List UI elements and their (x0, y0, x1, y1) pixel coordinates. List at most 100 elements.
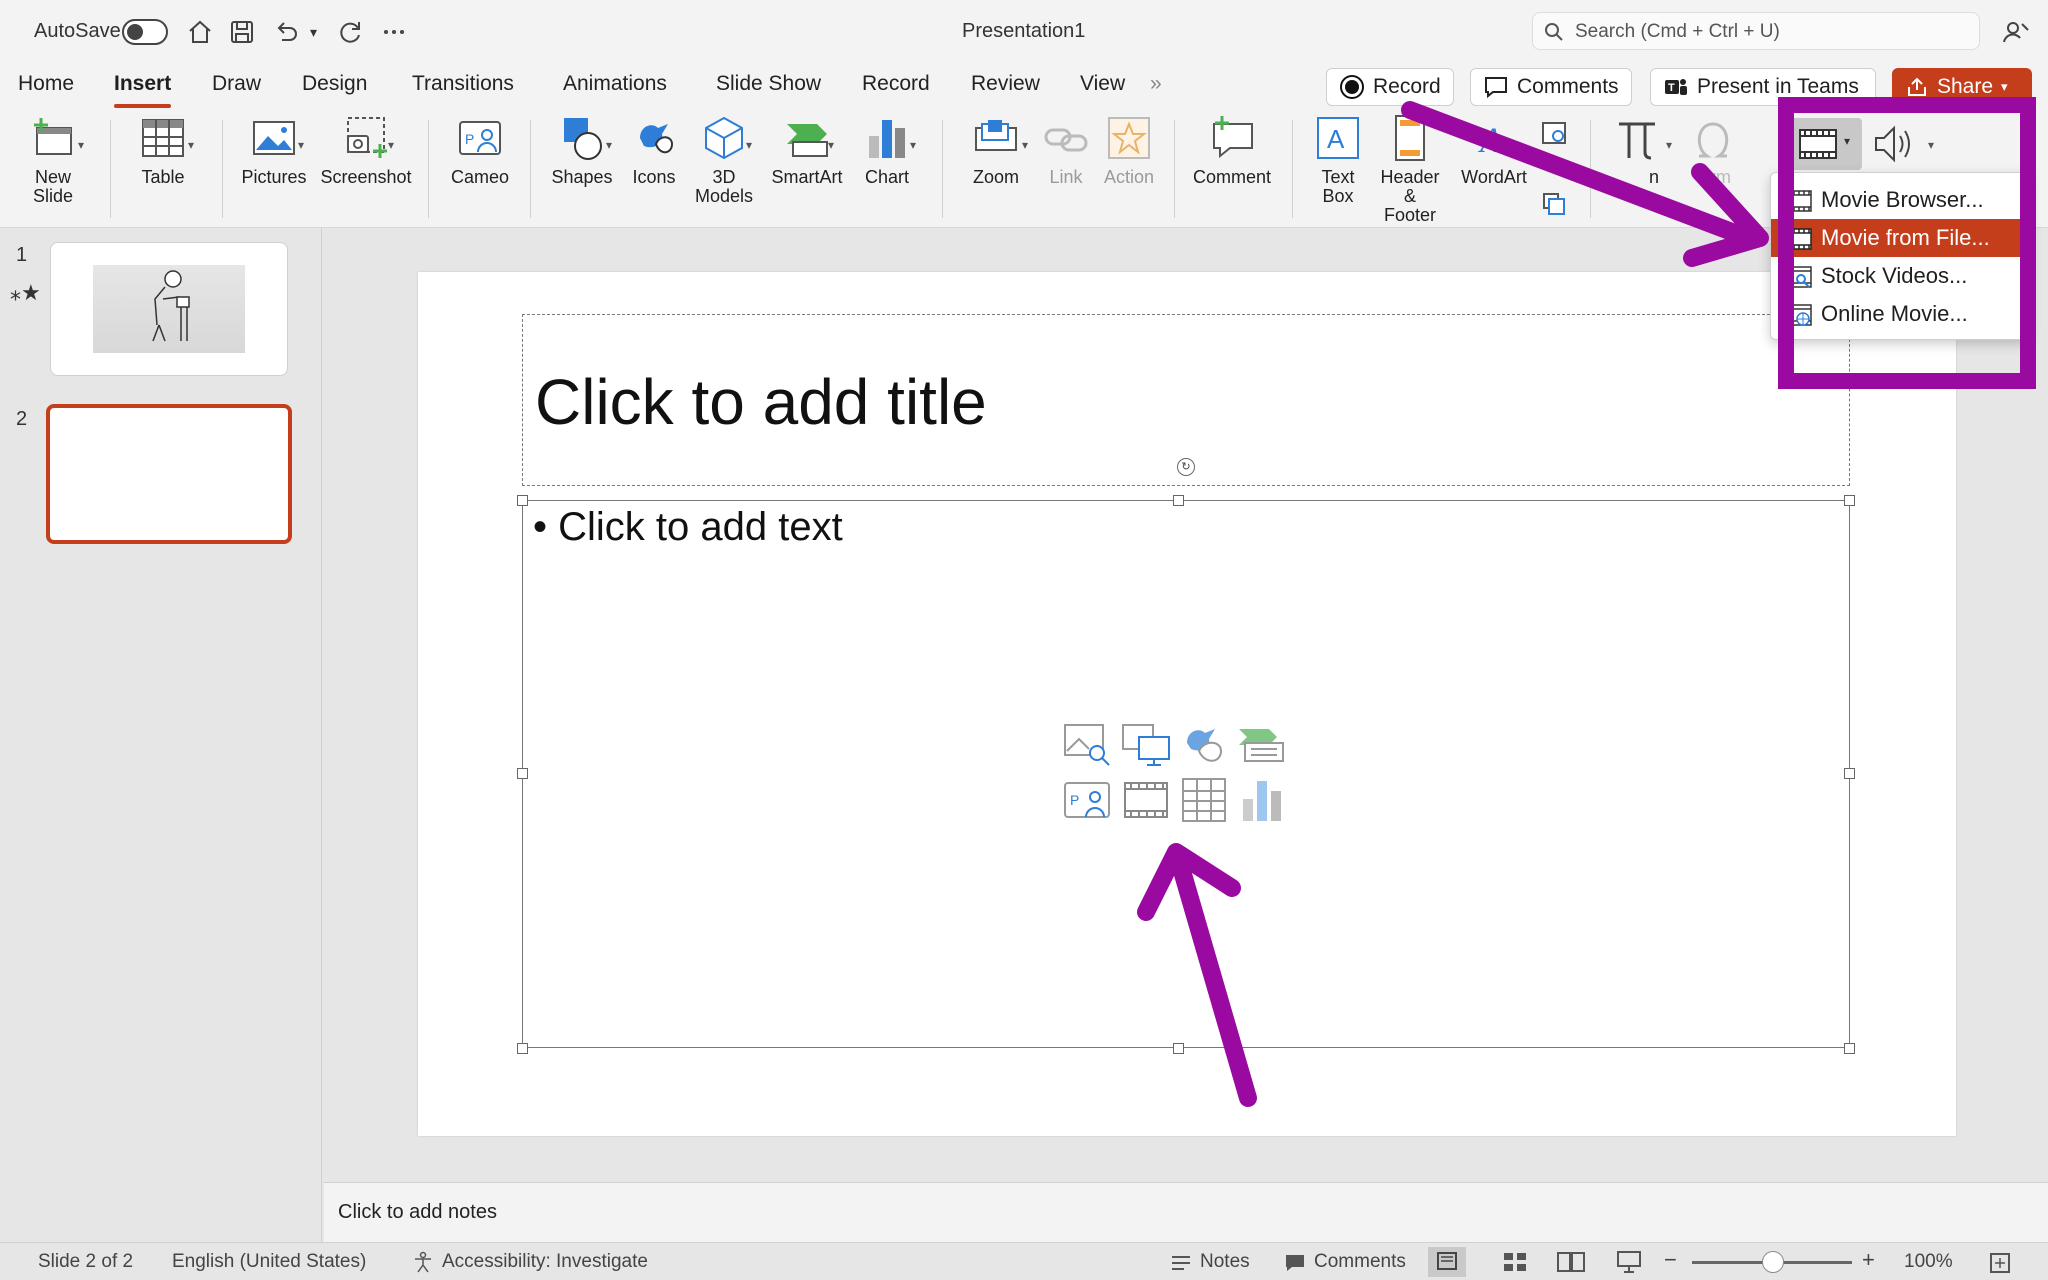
slide-show-button[interactable] (1610, 1247, 1648, 1277)
resize-handle[interactable] (517, 768, 528, 779)
3d-models-button[interactable]: 3D Models (690, 114, 758, 206)
search-input[interactable] (1575, 20, 1965, 44)
resize-handle[interactable] (517, 1043, 528, 1054)
new-slide-button[interactable]: New Slide (10, 114, 96, 206)
smartart-dropdown-icon[interactable]: ▾ (828, 138, 834, 152)
redo-icon[interactable] (334, 16, 366, 48)
zoom-out-icon[interactable]: − (1664, 1247, 1677, 1273)
insert-video-icon[interactable] (1121, 777, 1171, 823)
header-footer-button[interactable]: Header & Footer (1372, 114, 1448, 225)
zoom-level[interactable]: 100% (1904, 1251, 1953, 1273)
tab-animations[interactable]: Animations (563, 72, 667, 96)
fit-to-window-icon[interactable] (1988, 1251, 2012, 1275)
equation-dropdown-icon[interactable]: ▾ (1666, 138, 1672, 152)
insert-chart-icon[interactable] (1237, 777, 1287, 823)
insert-cameo-icon[interactable]: P (1063, 777, 1113, 823)
wordart-button[interactable]: A WordArt (1456, 114, 1532, 187)
cameo-button[interactable]: P Cameo (444, 114, 516, 187)
table-label: Table (141, 167, 185, 187)
link-button[interactable]: Link (1040, 114, 1092, 187)
autosave-toggle[interactable] (122, 19, 168, 45)
smartart-button[interactable]: SmartArt (764, 114, 850, 187)
new-slide-dropdown-icon[interactable]: ▾ (78, 138, 84, 152)
tab-slide-show[interactable]: Slide Show (716, 72, 821, 96)
share-chevron-icon: ▾ (2001, 79, 2008, 94)
ribbon-divider (1590, 120, 1591, 218)
account-icon[interactable] (2000, 16, 2032, 48)
resize-handle[interactable] (1844, 495, 1855, 506)
notes-toggle[interactable]: Notes (1200, 1251, 1250, 1273)
resize-handle[interactable] (517, 495, 528, 506)
pictures-dropdown-icon[interactable]: ▾ (298, 138, 304, 152)
icons-button[interactable]: Icons (624, 114, 684, 187)
comment-button[interactable]: Comment (1190, 114, 1274, 187)
cameo-icon: P (459, 121, 501, 155)
accessibility-status[interactable]: Accessibility: Investigate (442, 1251, 648, 1273)
insert-picture-icon[interactable] (1121, 721, 1171, 767)
svg-text:T: T (1668, 82, 1675, 94)
link-label: Link (1049, 167, 1083, 187)
insert-picture-search-icon[interactable] (1063, 721, 1113, 767)
notes-pane[interactable]: Click to add notes (324, 1182, 2048, 1242)
annotation-highlight-box (1778, 97, 2036, 389)
normal-view-button[interactable] (1428, 1247, 1466, 1277)
comment-add-icon (1213, 116, 1253, 159)
zoom-dropdown-icon[interactable]: ▾ (1022, 138, 1028, 152)
rotate-handle[interactable]: ↻ (1177, 458, 1195, 476)
action-label: Action (1103, 167, 1155, 187)
action-button[interactable]: Action (1098, 114, 1160, 187)
comments-toggle[interactable]: Comments (1314, 1251, 1406, 1273)
pictures-label: Pictures (241, 167, 307, 187)
insert-table-icon[interactable] (1179, 777, 1229, 823)
accessibility-icon[interactable] (412, 1251, 434, 1273)
slide-thumbnail-2[interactable] (46, 404, 292, 544)
zoom-in-icon[interactable]: + (1862, 1247, 1875, 1273)
more-icon[interactable] (378, 16, 410, 48)
tab-record[interactable]: Record (862, 72, 930, 96)
save-icon[interactable] (226, 16, 258, 48)
title-placeholder-text: Click to add title (535, 366, 987, 438)
tabs-overflow-icon[interactable]: » (1150, 72, 1162, 96)
tab-insert[interactable]: Insert (114, 72, 172, 108)
symbol-button[interactable]: Sym (1680, 114, 1746, 187)
new-slide-label: New Slide (32, 167, 74, 206)
3d-models-dropdown-icon[interactable]: ▾ (746, 138, 752, 152)
date-time-icon[interactable] (1540, 118, 1568, 146)
tab-design[interactable]: Design (302, 72, 367, 96)
resize-handle[interactable] (1173, 495, 1184, 506)
undo-icon[interactable] (270, 16, 302, 48)
slide-thumbnail-1[interactable] (50, 242, 288, 376)
tab-draw[interactable]: Draw (212, 72, 261, 96)
table-dropdown-icon[interactable]: ▾ (188, 138, 194, 152)
tab-view[interactable]: View (1080, 72, 1125, 96)
language-indicator[interactable]: English (United States) (172, 1251, 366, 1273)
resize-handle[interactable] (1844, 768, 1855, 779)
object-icon[interactable] (1540, 190, 1568, 218)
resize-handle[interactable] (1844, 1043, 1855, 1054)
equation-button[interactable]: n (1604, 114, 1670, 187)
search-box[interactable] (1532, 12, 1980, 50)
home-icon[interactable] (184, 16, 216, 48)
reading-view-button[interactable] (1552, 1247, 1590, 1277)
link-icon (1044, 128, 1088, 152)
comments-button[interactable]: Comments (1470, 68, 1632, 106)
insert-smartart-icon[interactable] (1237, 721, 1287, 767)
zoom-slider-thumb[interactable] (1762, 1251, 1784, 1273)
undo-dropdown-icon[interactable]: ▾ (310, 24, 317, 41)
notes-placeholder: Click to add notes (338, 1201, 497, 1223)
slide-canvas[interactable]: Click to add title ↻ • Click to add text… (418, 272, 1956, 1136)
chart-dropdown-icon[interactable]: ▾ (910, 138, 916, 152)
shapes-dropdown-icon[interactable]: ▾ (606, 138, 612, 152)
text-box-button[interactable]: A Text Box (1306, 114, 1370, 206)
resize-handle[interactable] (1173, 1043, 1184, 1054)
tab-home[interactable]: Home (18, 72, 74, 96)
insert-icons-icon[interactable] (1179, 721, 1229, 767)
screenshot-button[interactable]: Screenshot (318, 114, 414, 187)
tab-review[interactable]: Review (971, 72, 1040, 96)
screenshot-icon (347, 117, 387, 158)
record-button[interactable]: Record (1326, 68, 1454, 106)
slide-sorter-button[interactable] (1496, 1247, 1534, 1277)
content-placeholder[interactable]: • Click to add text P (522, 500, 1850, 1048)
tab-transitions[interactable]: Transitions (412, 72, 514, 96)
screenshot-dropdown-icon[interactable]: ▾ (388, 138, 394, 152)
